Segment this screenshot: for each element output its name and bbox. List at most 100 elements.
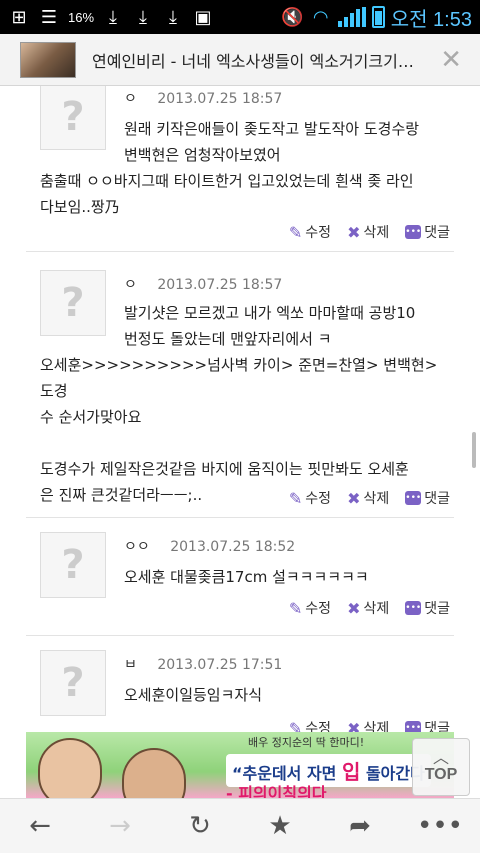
reply-button[interactable]: ••• 댓글 [405,222,450,242]
ad-illustration [32,736,212,798]
comment-actions: ✎ 수정 ✖ 삭제 ••• 댓글 [289,718,450,732]
x-icon: ✖ [347,718,361,733]
reply-label: 댓글 [424,601,450,617]
stack-icon: ☰ [40,6,58,28]
delete-label: 삭제 [363,601,390,617]
edit-label: 수정 [305,225,332,241]
scrollbar[interactable] [472,432,476,468]
reply-button[interactable]: ••• 댓글 [405,598,450,618]
reload-icon[interactable]: ↻ [170,811,230,841]
comment-actions: ✎ 수정 ✖ 삭제 ••• 댓글 [289,222,450,242]
comment-list: ? ㅇ 2013.07.25 18:57 원래 키작은애들이 좆도작고 발도작아… [0,86,480,732]
edit-label: 수정 [305,491,332,507]
delete-button[interactable]: ✖ 삭제 [347,718,390,733]
comment-line: 오세훈>>>>>>>>>>넘사벽 카이> 준면=찬열> 변백현> 도경 [40,356,438,400]
reply-button[interactable]: ••• 댓글 [405,718,450,732]
comment-item: ? ㅇㅇ 2013.07.25 18:52 오세훈 대물좆큼17cm 설ㅋㅋㅋㅋ… [26,518,454,636]
forward-icon[interactable]: → [90,811,150,841]
comment-author: ㅇ [124,91,137,107]
plus-square-icon: ⊞ [11,6,27,28]
edit-button[interactable]: ✎ 수정 [289,222,331,242]
comment-body: 오세훈 대물좆큼17cm 설ㅋㅋㅋㅋㅋㅋ [40,564,446,590]
tab-title[interactable]: 연예인비리 - 너네 엑소사생들이 엑소거기크기비... [92,48,422,72]
tab-thumbnail[interactable] [20,41,76,78]
chevron-up-icon: ︿ [432,748,449,767]
comment-line: 도경수가 제일작은것같음 바지에 움직이는 핏만봐도 오세훈 [40,460,409,478]
comment-line: 춤출때 ㅇㅇ바지그때 타이트한거 입고있었는데 흰색 좆 라인 [40,172,414,190]
download-icon: ⤓ [109,6,118,28]
close-icon[interactable]: ✕ [440,45,462,75]
wifi-icon: ◠ [312,6,329,28]
comment-author: ㅇㅇ [124,539,150,555]
delete-label: 삭제 [363,225,390,241]
edit-label: 수정 [305,721,332,732]
x-icon: ✖ [347,488,361,508]
comment-author: ㅇ [124,277,137,293]
comment-meta: ㅇ 2013.07.25 18:57 [124,274,282,294]
comment-line: 발기샷은 모르겠고 내가 엑쏘 마마할때 공방10 [124,304,416,322]
clock: 오전 1:53 [390,8,472,31]
comment-line: 수 순서가맞아요 [40,408,142,426]
comment-date: 2013.07.25 17:51 [157,657,283,673]
comment-author: ㅂ [124,657,137,673]
pencil-icon: ✎ [288,488,303,508]
delete-button[interactable]: ✖ 삭제 [347,488,389,508]
pencil-icon: ✎ [288,222,303,242]
comment-line: 원래 키작은애들이 좆도작고 발도작아 도경수랑 [124,120,420,138]
image-icon: ▣ [194,6,212,28]
reply-label: 댓글 [424,491,450,507]
delete-label: 삭제 [363,491,390,507]
ad-banner[interactable]: 배우 정지순의 딱 한마디! “추운데서 자면 입 돌아간다 - 피의이칙의다 [26,732,454,798]
comment-body: 오세훈이일등임ㅋ자식 [40,682,446,708]
comment-date: 2013.07.25 18:52 [170,539,296,555]
mute-icon: 🔇 [281,6,304,28]
comment-line: 오세훈이일등임ㅋ자식 [124,686,263,704]
comment-body: 발기샷은 모르겠고 내가 엑쏘 마마할때 공방10 번정도 돌았는데 맨앞자리에… [40,300,446,508]
comment-meta: ㅇㅇ 2013.07.25 18:52 [124,536,295,556]
edit-button[interactable]: ✎ 수정 [289,488,331,508]
pencil-icon: ✎ [288,718,303,733]
comment-meta: ㅇ 2013.07.25 18:57 [124,88,282,108]
comment-date: 2013.07.25 18:57 [157,91,283,107]
speech-bubble-icon: ••• [405,491,422,505]
reply-label: 댓글 [424,225,450,241]
download-icon: ⤓ [169,6,178,28]
battery-icon [371,6,385,28]
comment-item: ? ㅂ 2013.07.25 17:51 오세훈이일등임ㅋ자식 ✎ 수정 ✖ 삭제 … [26,636,454,732]
reply-label: 댓글 [424,721,450,732]
comment-item: ? ㅇ 2013.07.25 18:57 원래 키작은애들이 좆도작고 발도작아… [26,86,454,252]
comment-item: ? ㅇ 2013.07.25 18:57 발기샷은 모르겠고 내가 엑쏘 마마할… [26,252,454,518]
edit-button[interactable]: ✎ 수정 [288,718,332,733]
status-bar: ⊞ ☰ 16% ⤓ ⤓ ⤓ ▣ 🔇 ◠ 오전 1:53 [0,0,480,34]
signal-icon [337,7,366,27]
share-icon[interactable]: ➦ [330,811,390,841]
comment-line: 다보임..짱乃 [40,198,120,216]
delete-label: 삭제 [363,721,390,732]
ad-tagline: 배우 정지순의 딱 한마디! [248,736,365,749]
ad-subline: - 피의이칙의다 [226,784,327,798]
delete-button[interactable]: ✖ 삭제 [347,598,389,618]
download-icon: ⤓ [139,6,148,28]
comment-date: 2013.07.25 18:57 [157,277,283,293]
comment-line [40,430,446,456]
speech-bubble-icon: ••• [405,225,422,239]
comment-line: 오세훈 대물좆큼17cm 설ㅋㅋㅋㅋㅋㅋ [124,568,369,586]
comment-line: 변백현은 엄청작아보였어 [124,146,281,164]
speech-bubble-icon: ••• [405,601,422,615]
edit-button[interactable]: ✎ 수정 [289,598,331,618]
back-icon[interactable]: ← [10,811,70,841]
pencil-icon: ✎ [288,598,303,618]
scroll-top-button[interactable]: ︿ TOP [412,738,470,796]
browser-toolbar: ← → ↻ ★ ➦ ••• [0,798,480,853]
comment-actions: ✎ 수정 ✖ 삭제 ••• 댓글 [289,488,450,508]
delete-button[interactable]: ✖ 삭제 [347,222,389,242]
speech-bubble-icon: ••• [405,721,422,732]
comment-body: 원래 키작은애들이 좆도작고 발도작아 도경수랑 변백현은 엄청작아보였어 춤출… [40,116,446,220]
more-icon[interactable]: ••• [410,811,470,841]
star-icon[interactable]: ★ [250,811,310,841]
reply-button[interactable]: ••• 댓글 [405,488,450,508]
comment-line: 번정도 돌았는데 맨앞자리에서 ㅋ [124,330,332,348]
battery-percent: 16% [68,9,95,25]
tab-bar: 연예인비리 - 너네 엑소사생들이 엑소거기크기비... ✕ [0,34,480,86]
edit-label: 수정 [305,601,332,617]
